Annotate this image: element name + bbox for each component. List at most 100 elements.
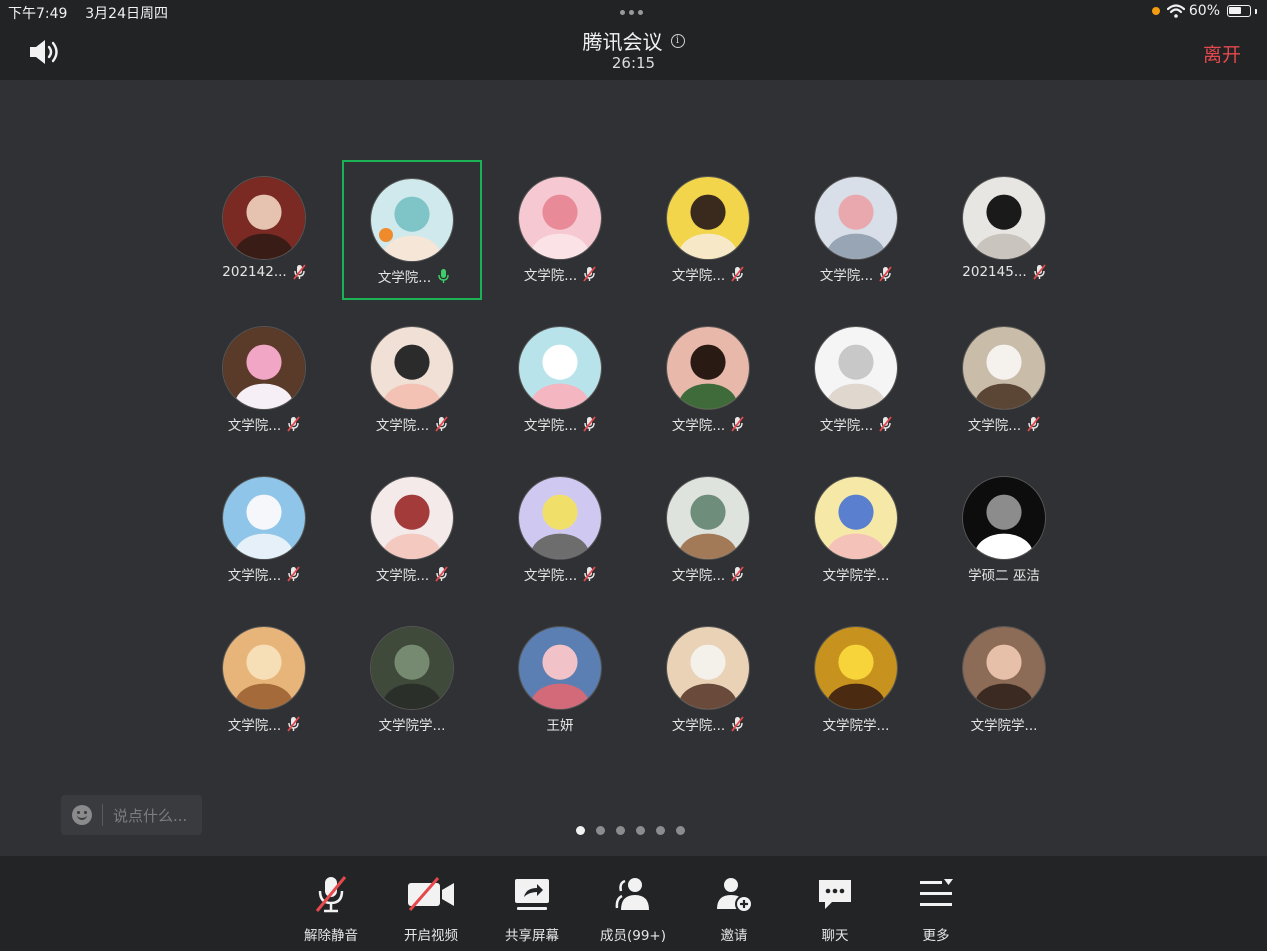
avatar-image	[223, 177, 305, 259]
emoji-icon[interactable]	[72, 805, 92, 825]
participant-name-row: 文学院...	[342, 564, 482, 584]
participant-tile[interactable]: 文学院...	[786, 160, 926, 300]
chat-button[interactable]: 聊天	[795, 874, 875, 944]
participant-tile[interactable]: 文学院...	[342, 160, 482, 300]
chat-input[interactable]: 说点什么...	[61, 795, 202, 835]
avatar	[370, 476, 454, 560]
participant-tile[interactable]: 文学院...	[490, 160, 630, 300]
participant-tile[interactable]: 202145...	[934, 160, 1074, 300]
participant-name: 王妍	[546, 718, 574, 734]
avatar-image	[963, 477, 1045, 559]
avatar	[518, 476, 602, 560]
participant-tile[interactable]: 文学院学...	[342, 610, 482, 750]
share-screen-button[interactable]: 共享屏幕	[492, 874, 572, 944]
avatar	[666, 326, 750, 410]
page-dot[interactable]	[576, 826, 585, 835]
chat-icon	[819, 880, 851, 909]
page-dot[interactable]	[636, 826, 645, 835]
participant-tile[interactable]: 文学院...	[638, 610, 778, 750]
invite-label: 邀请	[720, 928, 748, 944]
participant-name: 文学院...	[523, 268, 578, 284]
participant-tile[interactable]: 王妍	[490, 610, 630, 750]
participant-tile[interactable]: 文学院学...	[786, 460, 926, 600]
avatar	[222, 176, 306, 260]
participant-name: 文学院...	[375, 418, 430, 434]
mic-off-icon	[315, 876, 347, 913]
status-time: 下午7:49 3月24日周四	[8, 3, 168, 23]
participant-tile[interactable]: 文学院...	[342, 460, 482, 600]
mic-muted-icon	[731, 716, 744, 732]
mic-muted-icon	[879, 416, 892, 432]
participant-tile[interactable]: 202142...	[194, 160, 334, 300]
more-label: 更多	[922, 928, 950, 944]
page-indicator[interactable]	[576, 826, 685, 835]
participant-tile[interactable]: 文学院学...	[934, 610, 1074, 750]
members-button[interactable]: 成员(99+)	[593, 874, 673, 944]
unmute-button[interactable]: 解除静音	[291, 874, 371, 944]
multitask-handle[interactable]	[620, 10, 643, 15]
meeting-title[interactable]: 腾讯会议 i	[0, 26, 1267, 55]
avatar	[814, 626, 898, 710]
page-dot[interactable]	[596, 826, 605, 835]
status-clock: 下午7:49	[8, 6, 68, 22]
avatar	[222, 626, 306, 710]
mic-muted-icon	[583, 416, 596, 432]
page-dot[interactable]	[616, 826, 625, 835]
participant-tile[interactable]: 文学院...	[638, 160, 778, 300]
avatar-image	[519, 177, 601, 259]
participant-name: 文学院...	[227, 418, 282, 434]
participant-name-row: 文学院...	[638, 414, 778, 434]
participant-tile[interactable]: 文学院...	[638, 310, 778, 450]
participant-tile[interactable]: 文学院...	[194, 610, 334, 750]
more-button[interactable]: 更多	[896, 874, 976, 944]
info-icon[interactable]: i	[670, 33, 685, 48]
page-dot[interactable]	[676, 826, 685, 835]
participant-name-row: 文学院学...	[934, 714, 1074, 734]
start-video-label: 开启视频	[404, 928, 458, 944]
page-dot[interactable]	[656, 826, 665, 835]
avatar-image	[667, 477, 749, 559]
participant-tile[interactable]: 文学院...	[342, 310, 482, 450]
avatar	[962, 476, 1046, 560]
participant-tile[interactable]: 文学院...	[934, 310, 1074, 450]
participant-tile[interactable]: 文学院...	[638, 460, 778, 600]
avatar	[814, 176, 898, 260]
participant-name: 文学院...	[967, 418, 1022, 434]
participant-tile[interactable]: 学硕二 巫洁	[934, 460, 1074, 600]
bottom-toolbar: 解除静音 开启视频 共享屏幕 成员(99+) 邀请 聊天 更多	[0, 856, 1267, 951]
participant-name-row: 文学院学...	[786, 564, 926, 584]
participant-name: 文学院...	[671, 418, 726, 434]
participant-name: 文学院学...	[822, 568, 890, 584]
avatar	[518, 176, 602, 260]
participant-name: 文学院...	[523, 568, 578, 584]
participant-tile[interactable]: 文学院...	[490, 460, 630, 600]
status-date: 3月24日周四	[85, 6, 168, 22]
avatar-image	[519, 627, 601, 709]
participant-tile[interactable]: 文学院...	[194, 460, 334, 600]
avatar-image	[815, 627, 897, 709]
avatar-image	[667, 627, 749, 709]
participant-name-row: 文学院...	[194, 414, 334, 434]
mic-muted-icon	[731, 416, 744, 432]
participant-name-row: 文学院...	[934, 414, 1074, 434]
participant-tile[interactable]: 文学院学...	[786, 610, 926, 750]
avatar-image	[963, 177, 1045, 259]
participant-tile[interactable]: 文学院...	[786, 310, 926, 450]
participant-tile[interactable]: 文学院...	[490, 310, 630, 450]
invite-icon	[717, 878, 753, 913]
participant-name: 文学院...	[819, 268, 874, 284]
mic-muted-icon	[1032, 264, 1046, 280]
participant-tile[interactable]: 文学院...	[194, 310, 334, 450]
mic-active-icon	[438, 269, 449, 283]
mic-muted-icon	[583, 566, 596, 582]
avatar-image	[667, 327, 749, 409]
avatar	[962, 326, 1046, 410]
meeting-timer: 26:15	[611, 54, 656, 72]
participant-name-row: 文学院...	[342, 414, 482, 434]
share-screen-label: 共享屏幕	[505, 928, 559, 944]
avatar	[962, 176, 1046, 260]
invite-button[interactable]: 邀请	[694, 874, 774, 944]
leave-button[interactable]: 离开	[1203, 40, 1241, 67]
start-video-button[interactable]: 开启视频	[391, 874, 471, 944]
participant-name-row: 文学院...	[490, 564, 630, 584]
